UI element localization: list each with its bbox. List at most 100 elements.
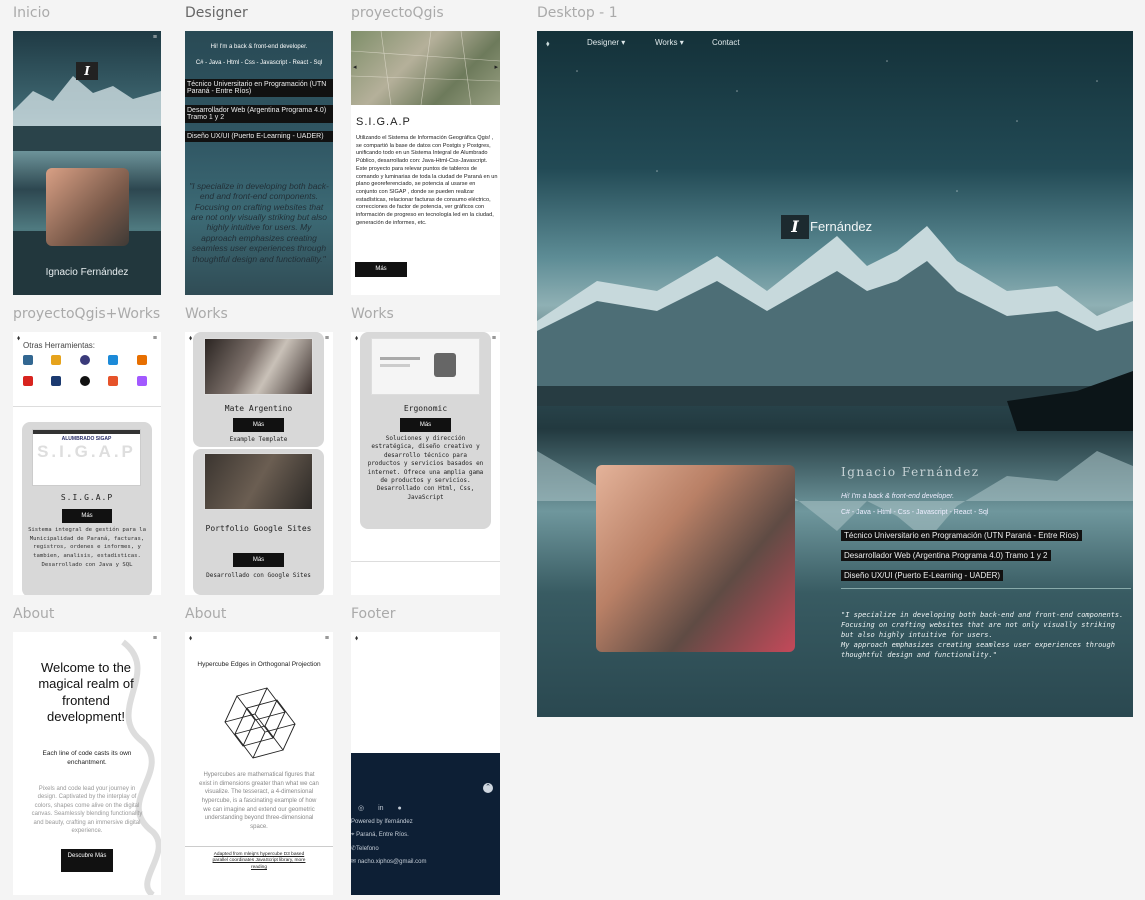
scroll-top-icon[interactable]: ⌃ <box>483 783 493 793</box>
qgis-icon <box>51 355 62 365</box>
project-card[interactable]: Mate Argentino Más Example Template <box>193 332 324 447</box>
menu-icon[interactable]: ≡ <box>325 335 329 342</box>
project-description: Utilizando el Sistema de Información Geo… <box>356 135 498 226</box>
frame-label-inicio: Inicio <box>13 5 51 21</box>
intro-text: Hi! I'm a back & front-end developer. <box>210 44 308 50</box>
nav-works[interactable]: Works ▾ <box>655 38 684 47</box>
frame-label-works-a: Works <box>185 306 228 322</box>
hypercube-title: Hypercube Edges in Orthogonal Projection <box>197 661 321 668</box>
logo-icon[interactable]: ⬧ <box>355 335 358 343</box>
divider <box>841 588 1131 589</box>
about-subheading: Each line of code casts its own enchantm… <box>42 750 132 766</box>
photoshop-icon <box>51 376 62 386</box>
map-roads-graphic <box>351 31 500 105</box>
office-icon <box>108 376 119 386</box>
about-a-frame[interactable]: ≡ Welcome to the magical realm of fronte… <box>13 632 161 895</box>
logo-icon[interactable]: ⬧ <box>17 335 20 343</box>
card-description: Desarrollado con Google Sites <box>206 572 311 579</box>
mail-icon: ✉ <box>351 859 357 865</box>
location-text: Paraná, Entre Ríos. <box>356 832 409 838</box>
menu-icon[interactable]: ≡ <box>492 335 496 342</box>
social-icons: ◎ in ● <box>358 804 402 812</box>
email-text[interactable]: nacho.xiphos@gmail.com <box>358 859 427 865</box>
location-row: ⌖ Paraná, Entre Ríos. <box>351 832 409 839</box>
card-description: Sistema integral de gestión para la Muni… <box>28 527 146 568</box>
menu-icon[interactable]: ≡ <box>325 635 329 642</box>
discover-button[interactable]: Descubre Más <box>61 849 113 872</box>
divider <box>13 406 161 407</box>
card-description: Soluciones y dirección estratégica, dise… <box>367 435 484 501</box>
proyecto-qgis-works-frame[interactable]: ≡ ⬧ Otras Herramientas: ALUMBRADO SIGAP … <box>13 332 161 595</box>
profile-photo <box>596 465 795 652</box>
logo-icon[interactable]: ⬧ <box>355 635 358 643</box>
logo-mark[interactable]: I <box>781 215 809 239</box>
nav-designer[interactable]: Designer ▾ <box>587 38 625 47</box>
carousel-prev-icon[interactable]: ◂ <box>353 63 357 71</box>
frame-label-desktop: Desktop - 1 <box>537 5 618 21</box>
thumbnail-title: S.I.G.A.P <box>37 442 136 461</box>
more-button[interactable]: Más <box>233 553 284 567</box>
autocad-icon <box>23 376 33 386</box>
menu-icon[interactable]: ≡ <box>153 335 157 342</box>
credit-link[interactable]: Adapted from mleip's hypercube D3 based … <box>207 852 311 871</box>
phone-row: ✆Telefono <box>351 845 379 852</box>
inicio-frame[interactable]: ≡ I Ignacio Fernández <box>13 31 161 295</box>
instagram-icon[interactable]: ◎ <box>358 805 364 812</box>
logo-mark[interactable]: I <box>76 62 98 80</box>
thumbnail-line <box>380 357 420 360</box>
card-title: Mate Argentino <box>224 404 293 413</box>
carousel-next-icon[interactable]: ▸ <box>494 63 498 71</box>
project-thumbnail <box>371 338 480 395</box>
avatar <box>46 168 129 246</box>
more-button[interactable]: Más <box>233 418 284 432</box>
desktop-frame[interactable]: ⬧ Designer ▾ Works ▾ Contact I Fernández… <box>537 31 1133 717</box>
logo-icon[interactable]: ⬧ <box>546 39 550 49</box>
frame-label-about-b: About <box>185 606 227 622</box>
project-card[interactable]: Ergonomic Más Soluciones y dirección est… <box>360 332 491 529</box>
frame-label-proyecto-qgis-works: proyectoQgis+Works <box>13 306 161 322</box>
card-title: Portfolio Google Sites <box>205 524 312 533</box>
about-body: Pixels and code lead your journey in des… <box>31 786 143 834</box>
location-icon: ⌖ <box>351 832 355 838</box>
thumbnail-line <box>380 364 410 367</box>
card-title: Ergonomic <box>403 404 448 413</box>
more-button[interactable]: Más <box>62 509 112 523</box>
card-description: Example Template <box>229 436 288 443</box>
quote-text: "I specialize in developing both back-en… <box>189 181 329 264</box>
more-button[interactable]: Más <box>355 262 407 277</box>
credential-chip: Desarrollador Web (Argentina Programa 4.… <box>841 550 1051 561</box>
project-card[interactable]: Portfolio Google Sites Más Desarrollado … <box>193 449 324 595</box>
about-b-frame[interactable]: ≡ ⬧ Hypercube Edges in Orthogonal Projec… <box>185 632 333 895</box>
more-button[interactable]: Más <box>400 418 451 432</box>
phone-text[interactable]: Telefono <box>356 846 379 852</box>
figma-icon <box>136 376 147 386</box>
thumbnail-product <box>434 353 456 377</box>
project-thumbnail: ALUMBRADO SIGAP S.I.G.A.P <box>32 429 141 486</box>
github-icon[interactable]: ● <box>397 805 401 812</box>
project-thumbnail <box>204 338 313 395</box>
vscode-icon <box>108 355 119 365</box>
works-a-frame[interactable]: ≡ ⬧ Mate Argentino Más Example Template … <box>185 332 333 595</box>
hypercube-graphic <box>224 687 296 759</box>
email-row: ✉ nacho.xiphos@gmail.com <box>351 858 427 865</box>
project-title: S.I.G.A.P <box>356 116 411 128</box>
designer-frame[interactable]: Hi! I'm a back & front-end developer. C#… <box>185 31 333 295</box>
credential-chip: Técnico Universitario en Programación (U… <box>841 530 1082 541</box>
logo-icon[interactable]: ⬧ <box>189 635 192 643</box>
nav-contact[interactable]: Contact <box>712 38 740 47</box>
works-b-frame[interactable]: ≡ ⬧ Ergonomic Más Soluciones y dirección… <box>351 332 500 595</box>
footer-frame[interactable]: ⬧ ⌃ ◎ in ● Powered by Ifernández ⌖ Paran… <box>351 632 500 895</box>
stack-text: C# - Java - Html - Css - Javascript - Re… <box>195 60 323 66</box>
stack-text: C# - Java - Html - Css - Javascript - Re… <box>841 509 989 516</box>
project-card[interactable]: ALUMBRADO SIGAP S.I.G.A.P S.I.G.A.P Más … <box>22 422 152 595</box>
proyecto-qgis-frame[interactable]: ◂ ▸ S.I.G.A.P Utilizando el Sistema de I… <box>351 31 500 295</box>
logo-icon[interactable]: ⬧ <box>189 335 192 343</box>
frame-label-about-a: About <box>13 606 55 622</box>
about-heading: Welcome to the magical realm of frontend… <box>38 660 134 724</box>
footer-bar: ⌃ ◎ in ● Powered by Ifernández ⌖ Paraná,… <box>351 753 500 895</box>
java-icon <box>136 355 147 365</box>
linkedin-icon[interactable]: in <box>378 805 383 812</box>
credential-chip: Desarrollador Web (Argentina Programa 4.… <box>185 105 333 123</box>
powered-by-text: Powered by Ifernández <box>351 819 413 825</box>
map-image <box>351 31 500 105</box>
